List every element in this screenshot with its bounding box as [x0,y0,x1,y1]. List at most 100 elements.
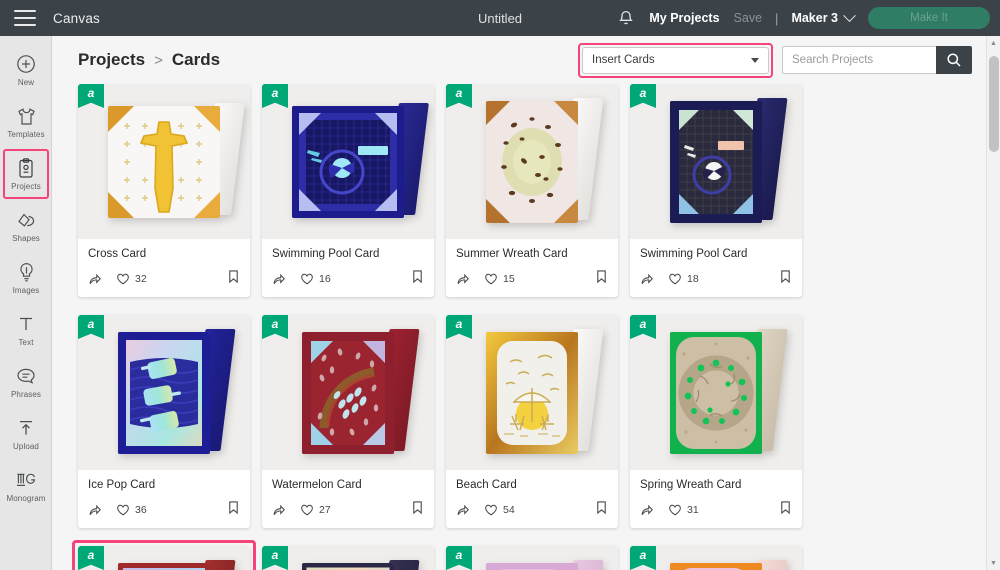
project-thumbnail: a [446,315,618,470]
access-badge: a [78,546,104,570]
share-button[interactable] [640,272,654,286]
project-title: Ice Pop Card [88,479,156,491]
sidebar-item-label: Shapes [12,234,40,243]
like-button[interactable]: 36 [116,503,147,517]
bell-icon[interactable] [611,3,641,33]
bookmark-button[interactable] [595,500,608,520]
sidebar-item-upload[interactable]: Upload [0,408,52,460]
breadcrumb-cards[interactable]: Cards [172,50,220,70]
bookmark-button[interactable] [595,269,608,289]
share-icon [89,273,101,285]
sidebar-item-phrases[interactable]: Phrases [0,356,52,408]
project-tile[interactable]: a [78,315,250,528]
project-tile[interactable]: a [630,315,802,528]
project-meta: Watermelon Card 27 [262,470,434,528]
machine-selector[interactable]: Maker 3 [791,8,856,25]
project-meta: Ice Pop Card 36 [78,470,250,528]
bookmark-button[interactable] [779,269,792,289]
bookmark-icon [597,501,606,515]
projects-grid-area[interactable]: a Cross Card 32 a Swimming Pool Card 16 … [52,84,1000,570]
card-art-flowers [302,559,420,570]
vertical-scrollbar[interactable]: ▲ ▼ [986,36,1000,570]
access-badge: a [78,84,104,108]
project-thumbnail: a [630,546,802,570]
like-count: 16 [319,273,331,285]
search-button[interactable] [936,46,972,74]
share-button[interactable] [456,503,470,517]
like-button[interactable]: 32 [116,272,147,286]
my-projects-link[interactable]: My Projects [649,11,719,25]
dropdown-selected-value: Insert Cards [592,54,655,66]
access-badge: a [262,315,288,339]
share-button[interactable] [88,272,102,286]
like-button[interactable]: 18 [668,272,699,286]
heart-icon [485,273,497,285]
search-box [782,46,972,74]
bookmark-button[interactable] [411,269,424,289]
like-count: 15 [503,273,515,285]
project-actions: 36 [88,500,240,520]
save-button[interactable]: Save [734,11,763,25]
bookmark-button[interactable] [779,500,792,520]
sidebar-item-templates[interactable]: Templates [0,96,52,148]
search-input[interactable] [782,46,936,74]
project-tile[interactable]: a [262,315,434,528]
project-tile[interactable]: a [630,546,802,570]
bookmark-button[interactable] [411,500,424,520]
project-tile[interactable]: a [630,84,802,297]
like-button[interactable]: 31 [668,503,699,517]
sidebar-item-text[interactable]: Text [0,304,52,356]
share-button[interactable] [272,272,286,286]
project-tile[interactable]: a [262,546,434,570]
project-tile[interactable]: a [446,546,618,570]
breadcrumb-projects[interactable]: Projects [78,50,145,70]
hamburger-icon[interactable] [14,10,36,26]
make-it-button[interactable]: Make It [868,7,990,29]
shirt-icon [16,105,37,127]
project-tile[interactable]: a [262,84,434,297]
like-button[interactable]: 15 [484,272,515,286]
sidebar-item-label: Phrases [10,390,42,399]
share-button[interactable] [456,272,470,286]
share-icon [457,504,469,516]
project-tile[interactable]: a [446,84,618,297]
like-button[interactable]: 27 [300,503,331,517]
scroll-down-button[interactable]: ▼ [987,556,1000,570]
project-thumbnail: a [262,546,434,570]
project-tile[interactable]: a [78,84,250,297]
sidebar-item-monogram[interactable]: Monogram [0,460,52,512]
share-icon [641,504,653,516]
heart-icon [301,504,313,516]
card-art-spring-wreath [670,328,788,454]
sidebar-item-label: Text [18,338,34,347]
project-tile-selected[interactable]: a [72,540,256,570]
sidebar-item-images[interactable]: Images [0,252,52,304]
project-meta: Swimming Pool Card 16 [262,239,434,297]
project-title: Summer Wreath Card [456,248,568,260]
like-button[interactable]: 16 [300,272,331,286]
like-button[interactable]: 54 [484,503,515,517]
project-thumbnail: a [446,546,618,570]
project-title: Beach Card [456,479,517,491]
sidebar-item-label: Images [12,286,40,295]
sidebar-item-shapes[interactable]: Shapes [0,200,52,252]
bookmark-button[interactable] [227,269,240,289]
share-button[interactable] [272,503,286,517]
scrollbar-thumb[interactable] [989,56,999,152]
card-art-orange-blank [670,559,788,570]
share-icon [273,273,285,285]
insert-cards-dropdown[interactable]: Insert Cards [582,46,769,74]
share-button[interactable] [640,503,654,517]
projects-grid: a Cross Card 32 a Swimming Pool Card 16 … [72,84,974,570]
card-art-pool-square [292,102,429,218]
card-art-watermelon [302,328,420,454]
sidebar-item-new[interactable]: New [0,44,52,96]
project-tile[interactable]: a [446,315,618,528]
share-button[interactable] [88,503,102,517]
bookmark-button[interactable] [227,500,240,520]
like-count: 32 [135,273,147,285]
heart-icon [669,273,681,285]
sidebar-item-label: Templates [7,130,45,139]
scroll-up-button[interactable]: ▲ [987,36,1000,50]
sidebar-item-projects[interactable]: Projects [0,148,52,200]
